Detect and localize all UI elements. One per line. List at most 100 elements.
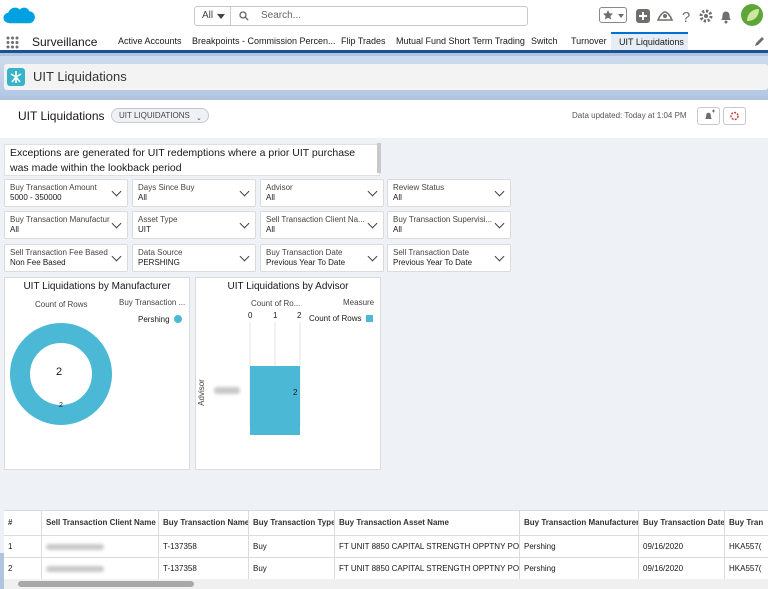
tab-turnover[interactable]: Turnover [571, 32, 607, 50]
app-launcher-icon[interactable] [6, 36, 19, 49]
table-cell: FT UNIT 8850 CAPITAL STRENGTH OPPTNY POR… [335, 558, 520, 580]
y-axis-title: Advisor [196, 379, 206, 406]
bar-value-label: 2 [293, 388, 298, 397]
filter-sell-transaction-date[interactable]: Sell Transaction Date Previous Year To Da… [387, 244, 511, 272]
refresh-button[interactable] [723, 107, 746, 125]
x-tick-2: 2 [297, 311, 302, 320]
column-header[interactable]: Buy Transaction Type [249, 511, 335, 535]
filter-buy-transaction-manufacturer[interactable]: Buy Transaction Manufactur... All [4, 211, 128, 239]
client-name-redacted [42, 558, 159, 580]
table-cell: Buy [249, 536, 335, 558]
legend-swatch [366, 315, 373, 322]
app-name: Surveillance [32, 35, 98, 49]
caret-down-icon [217, 14, 225, 19]
x-tick-0: 0 [248, 311, 253, 320]
avatar[interactable] [741, 4, 763, 26]
table-cell: HKA557( [729, 542, 762, 551]
pencil-icon[interactable] [754, 36, 765, 47]
bell-plus-icon [705, 109, 715, 119]
legend-swatch [174, 315, 182, 323]
advisor-name-redacted [214, 387, 240, 394]
widget-title: UIT Liquidations by Manufacturer [23, 281, 171, 292]
app-nav-bar: Surveillance Active Accounts Breakpoints… [0, 32, 768, 53]
tab-flip-trades[interactable]: Flip Trades [341, 32, 386, 50]
x-tick-1: 1 [273, 311, 278, 320]
dashboard-picker[interactable]: UIT LIQUIDATIONS ⌄ [111, 108, 209, 123]
row-number: 1 [4, 536, 42, 558]
trailhead-icon[interactable] [657, 8, 673, 24]
page-title: UIT Liquidations [33, 69, 127, 84]
table-row[interactable]: 1 T-137358 Buy FT UNIT 8850 CAPITAL STRE… [4, 535, 768, 558]
legend-title: Buy Transaction ... [119, 298, 186, 307]
measure-label: Count of Rows [35, 300, 88, 309]
scrollbar[interactable] [377, 143, 381, 173]
column-header[interactable]: Buy Transaction Date [639, 511, 725, 535]
dashboard-canvas: Exceptions are generated for UIT redempt… [0, 138, 768, 589]
tab-uit-liquidations[interactable]: UIT Liquidations [611, 32, 688, 50]
chevron-down-icon: ⌄ [195, 115, 202, 122]
table-cell: 09/16/2020 [639, 536, 725, 558]
horizontal-scrollbar[interactable] [4, 579, 768, 589]
widget-title: UIT Liquidations by Advisor [227, 281, 349, 292]
advisor-bar-widget[interactable]: UIT Liquidations by Advisor Count of Ro.… [195, 277, 381, 470]
filter-data-source[interactable]: Data Source PERSHING [132, 244, 256, 272]
table-cell: Pershing [520, 536, 639, 558]
tab-breakpoints[interactable]: Breakpoints - Commission Percen... [192, 32, 336, 50]
add-icon[interactable] [635, 8, 651, 24]
bar-chart [249, 322, 301, 435]
search-input[interactable]: Search... [261, 7, 301, 25]
refresh-icon [730, 111, 739, 121]
table-cell: T-137358 [159, 536, 249, 558]
filter-advisor[interactable]: Advisor All [260, 179, 384, 207]
tab-active-accounts[interactable]: Active Accounts [118, 32, 182, 50]
bell-icon[interactable] [718, 8, 734, 24]
column-header[interactable]: Sell Transaction Client Name [42, 511, 159, 535]
column-header[interactable]: Buy Transaction Name [159, 511, 249, 535]
data-table: # Sell Transaction Client Name Buy Trans… [4, 510, 768, 580]
chevron-down-icon [111, 218, 122, 229]
column-header[interactable]: Buy Tran [725, 511, 768, 535]
column-header[interactable]: # [4, 511, 42, 535]
tab-mutual-fund-short-term-trading[interactable]: Mutual Fund Short Term Trading [396, 32, 525, 50]
filter-sell-transaction-client-name[interactable]: Sell Transaction Client Na... All [260, 211, 384, 239]
column-header[interactable]: Buy Transaction Manufacturer [520, 511, 639, 535]
bar-count-of-rows[interactable] [250, 366, 300, 435]
filter-buy-transaction-supervision[interactable]: Buy Transaction Supervisi... All [387, 211, 511, 239]
filter-buy-transaction-date[interactable]: Buy Transaction Date Previous Year To Dat… [260, 244, 384, 272]
manufacturer-donut-widget[interactable]: UIT Liquidations by Manufacturer Count o… [4, 277, 190, 470]
filter-buy-transaction-amount[interactable]: Buy Transaction Amount 5000 - 350000 [4, 179, 128, 207]
chevron-down-icon [494, 186, 505, 197]
svg-text:?: ? [682, 9, 690, 24]
chevron-down-icon [239, 251, 250, 262]
tab-switch[interactable]: Switch [531, 32, 558, 50]
chevron-down-icon [494, 218, 505, 229]
filter-asset-type[interactable]: Asset Type UIT [132, 211, 256, 239]
dashboard-icon [7, 68, 25, 86]
salesforce-logo[interactable] [2, 3, 38, 29]
table-cell: T-137358 [159, 558, 249, 580]
table-row[interactable]: 2 T-137358 Buy FT UNIT 8850 CAPITAL STRE… [4, 557, 768, 580]
column-header[interactable]: Buy Transaction Asset Name [335, 511, 520, 535]
subscribe-button[interactable] [697, 107, 720, 125]
search-scope-select[interactable]: All [195, 7, 231, 25]
chevron-down-icon [111, 186, 122, 197]
scrollbar-thumb[interactable] [18, 581, 194, 587]
leaf-icon [747, 9, 759, 21]
chevron-down-icon [111, 251, 122, 262]
filter-days-since-buy[interactable]: Days Since Buy All [132, 179, 256, 207]
chevron-down-icon [239, 186, 250, 197]
dashboard-panel: UIT Liquidations UIT LIQUIDATIONS ⌄ Data … [0, 100, 768, 589]
filter-review-status[interactable]: Review Status All [387, 179, 511, 207]
gear-icon[interactable] [698, 8, 714, 24]
data-updated-text: Data updated: Today at 1:04 PM [572, 111, 687, 120]
table-cell: Buy [249, 558, 335, 580]
client-name-redacted [42, 536, 159, 558]
row-number: 2 [4, 558, 42, 580]
help-icon[interactable]: ? [678, 8, 694, 24]
chevron-down-icon [367, 218, 378, 229]
global-search[interactable]: All Search... [194, 6, 528, 26]
filter-sell-transaction-fee-based[interactable]: Sell Transaction Fee Based Non Fee Based [4, 244, 128, 272]
chevron-down-icon [494, 251, 505, 262]
favorites-button[interactable] [599, 7, 627, 23]
page-header: UIT Liquidations [4, 64, 768, 90]
